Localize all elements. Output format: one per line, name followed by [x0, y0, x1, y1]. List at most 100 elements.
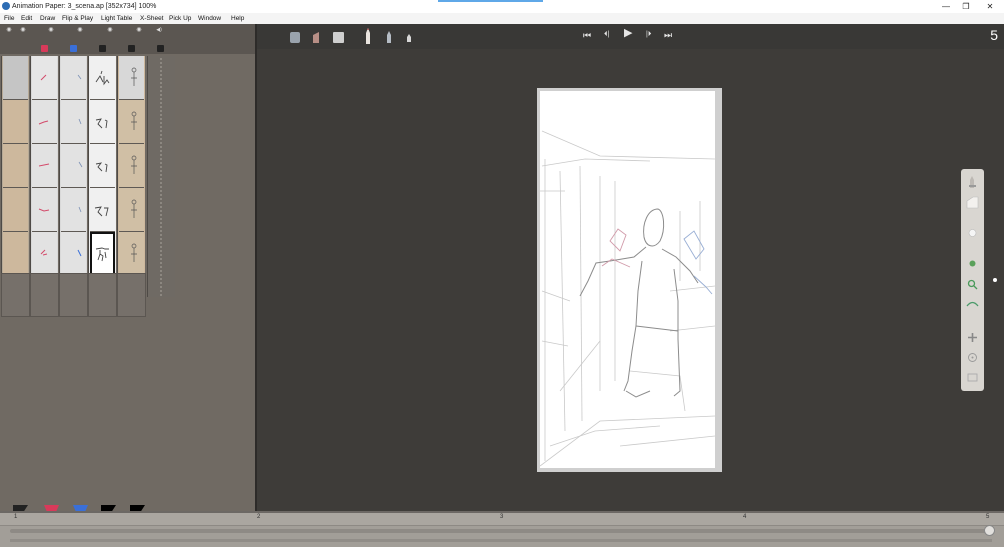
- prev-frame-button[interactable]: ⏴|: [604, 29, 609, 41]
- layer-column: [1, 56, 29, 297]
- menu-window[interactable]: Window: [198, 13, 221, 24]
- layer-color-black-icon[interactable]: [128, 45, 135, 52]
- layers-header: ◉ ◉ ◉ ◉ ◉ ◉ ◀): [0, 24, 255, 54]
- timeline-mark: 3: [500, 514, 504, 520]
- frame-cell[interactable]: [3, 56, 28, 100]
- frame-cell[interactable]: [61, 100, 86, 144]
- layer-column-active: [88, 56, 116, 297]
- frame-cell[interactable]: [90, 188, 115, 232]
- frame-cell[interactable]: [3, 232, 28, 276]
- marker-tool-icon[interactable]: [309, 30, 323, 44]
- paper-size-icon[interactable]: [966, 196, 979, 209]
- menu-pick-up[interactable]: Pick Up: [169, 13, 191, 24]
- menu-help[interactable]: Help: [231, 13, 244, 24]
- frame-cell[interactable]: [119, 188, 144, 232]
- window-title: Animation Paper: 3_scena.ap [352x734] 10…: [12, 3, 157, 10]
- frame-cell[interactable]: [119, 232, 144, 276]
- layer-color-black-icon[interactable]: [99, 45, 106, 52]
- layer-color-red-icon[interactable]: [41, 45, 48, 52]
- frame-cell[interactable]: [119, 100, 144, 144]
- last-frame-button[interactable]: ⏭: [664, 29, 672, 41]
- play-button[interactable]: ▶: [624, 27, 632, 39]
- empty-frame-cell[interactable]: [59, 273, 88, 317]
- app-icon: [2, 2, 10, 10]
- layer-column: [59, 56, 87, 297]
- timeline-mark: 1: [14, 514, 18, 520]
- frame-cell[interactable]: [32, 56, 57, 100]
- empty-frame-cell[interactable]: [30, 273, 59, 317]
- visibility-eye-icon[interactable]: ◉: [134, 26, 144, 34]
- next-frame-button[interactable]: |⏵: [646, 29, 651, 41]
- close-button[interactable]: ✕: [976, 0, 1004, 13]
- frame-cell[interactable]: [32, 232, 57, 276]
- visibility-eye-icon[interactable]: ◉: [18, 26, 28, 34]
- sketch-drawing: [540, 130, 715, 467]
- light-bulb-icon[interactable]: [966, 227, 979, 240]
- frame-cell[interactable]: [3, 188, 28, 232]
- menu-x-sheet[interactable]: X-Sheet: [140, 13, 164, 24]
- frame-cell[interactable]: [61, 188, 86, 232]
- add-plus-icon[interactable]: [966, 331, 979, 344]
- drawing-paper[interactable]: [540, 91, 715, 468]
- menu-flip-play[interactable]: Flip & Play: [62, 13, 93, 24]
- empty-frame-cell[interactable]: [88, 273, 117, 317]
- menu-light-table[interactable]: Light Table: [101, 13, 132, 24]
- eraser-tool-icon[interactable]: [288, 30, 302, 44]
- layer-column: [30, 56, 58, 297]
- timeline-playhead[interactable]: [984, 525, 995, 536]
- frame-cell[interactable]: [119, 144, 144, 188]
- frame-cell[interactable]: [3, 144, 28, 188]
- frame-cell[interactable]: [119, 56, 144, 100]
- timeline-mark: 4: [743, 514, 747, 520]
- timeline-mark: 5: [986, 514, 990, 520]
- sound-icon[interactable]: ◀): [154, 26, 164, 34]
- timeline-scrollbar[interactable]: [10, 539, 992, 542]
- pencil-size-icon[interactable]: [966, 175, 979, 188]
- frame-cell[interactable]: [90, 100, 115, 144]
- pen-tool-icon[interactable]: [383, 30, 395, 44]
- menu-draw[interactable]: Draw: [40, 13, 55, 24]
- frame-cell[interactable]: [61, 144, 86, 188]
- timeline-ruler: 1 2 3 4 5: [0, 513, 1004, 526]
- title-bar: Animation Paper: 3_scena.ap [352x734] 10…: [0, 0, 1004, 13]
- frame-cell[interactable]: [32, 100, 57, 144]
- drawing-toolbar: ⏮ ⏴| ▶ |⏵ ⏭ 5: [257, 24, 1004, 49]
- frame-cell[interactable]: [61, 56, 86, 100]
- empty-frame-cell[interactable]: [1, 273, 30, 317]
- frame-cell[interactable]: [32, 144, 57, 188]
- center-target-icon[interactable]: [966, 351, 979, 364]
- fit-screen-icon[interactable]: [966, 371, 979, 384]
- layers-panel: ◉ ◉ ◉ ◉ ◉ ◉ ◀): [0, 24, 257, 533]
- current-frame-number: 5: [990, 27, 998, 43]
- title-accent-bar: [438, 0, 543, 2]
- visibility-eye-icon[interactable]: ◉: [4, 26, 14, 34]
- frame-cell-selected[interactable]: [90, 232, 115, 276]
- frame-cell[interactable]: [61, 232, 86, 276]
- empty-frame-cell[interactable]: [117, 273, 146, 317]
- frame-cell[interactable]: [32, 188, 57, 232]
- frame-cell[interactable]: [90, 144, 115, 188]
- palette-toggle-dot[interactable]: [993, 278, 997, 282]
- timeline-mark: 2: [257, 514, 261, 520]
- frame-cell[interactable]: [3, 100, 28, 144]
- layer-color-black-icon[interactable]: [157, 45, 164, 52]
- menu-edit[interactable]: Edit: [21, 13, 32, 24]
- rotate-arc-icon[interactable]: [966, 297, 979, 310]
- menu-file[interactable]: File: [4, 13, 14, 24]
- zoom-magnifier-icon[interactable]: [966, 278, 979, 291]
- timeline-track[interactable]: [10, 529, 992, 533]
- small-brush-tool-icon[interactable]: [404, 33, 414, 43]
- sound-column: [147, 56, 175, 297]
- block-tool-icon[interactable]: [331, 30, 345, 44]
- visibility-eye-icon[interactable]: ◉: [46, 26, 56, 34]
- layer-column: [117, 56, 145, 297]
- first-frame-button[interactable]: ⏮: [583, 29, 591, 41]
- visibility-eye-icon[interactable]: ◉: [105, 26, 115, 34]
- visibility-eye-icon[interactable]: ◉: [75, 26, 85, 34]
- pencil-tool-icon[interactable]: [361, 27, 375, 45]
- tool-palette: [961, 169, 984, 391]
- timeline: 1 2 3 4 5: [0, 511, 1004, 547]
- layer-color-blue-icon[interactable]: [70, 45, 77, 52]
- frame-cell[interactable]: [90, 56, 115, 100]
- hand-pan-icon[interactable]: [966, 257, 979, 270]
